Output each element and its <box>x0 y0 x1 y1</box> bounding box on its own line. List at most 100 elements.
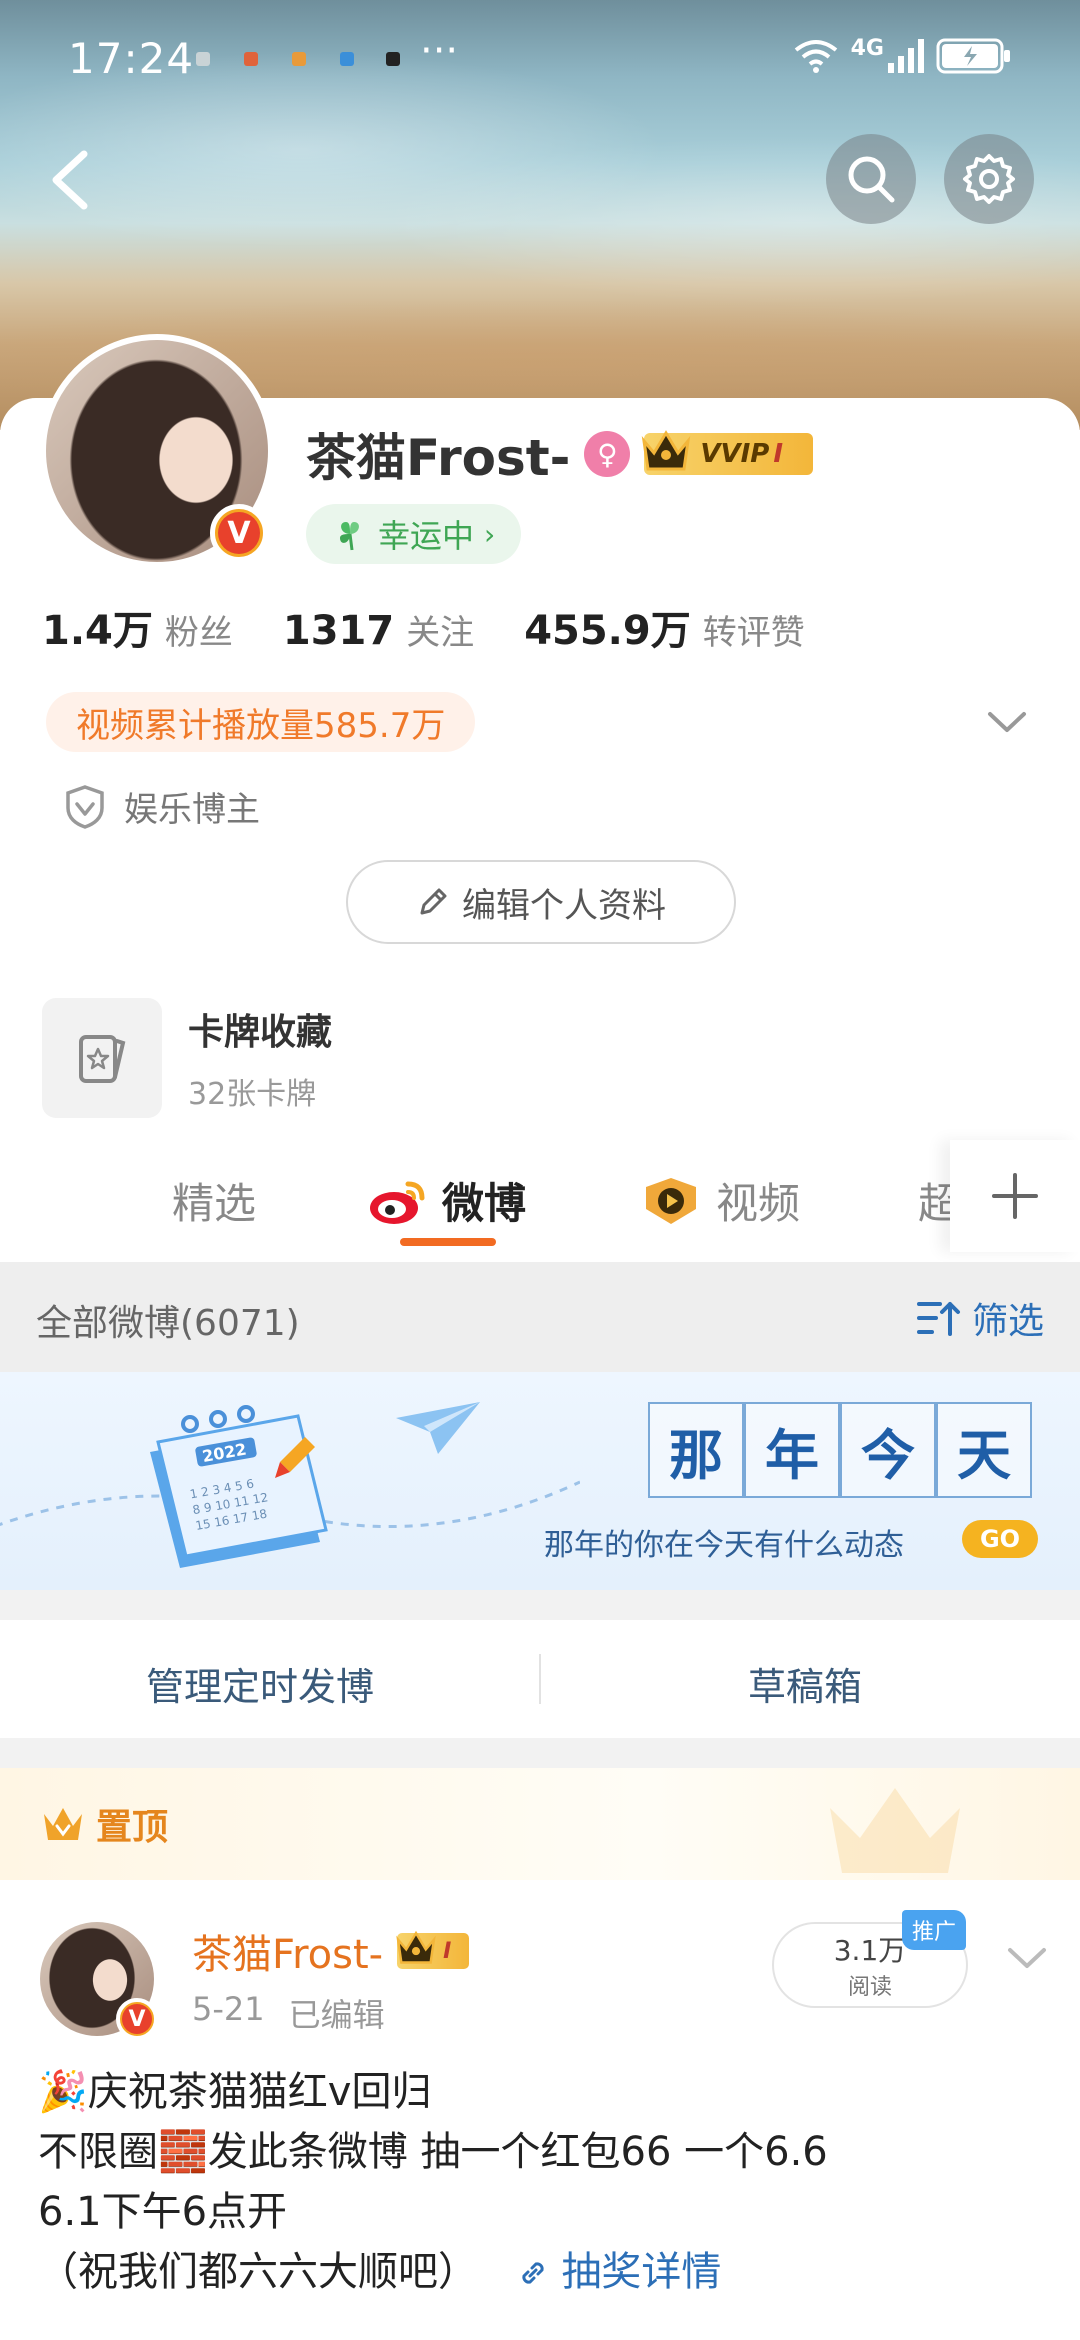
filter-icon <box>916 1302 960 1336</box>
card-collection-title: 卡牌收藏 <box>188 1012 333 1053</box>
title-char: 今 <box>840 1402 936 1498</box>
on-this-day-banner[interactable]: 2022 1 2 3 4 5 6 8 9 10 11 12 15 16 17 1… <box>0 1372 1080 1590</box>
status-time: 17:24 <box>68 34 195 83</box>
shield-icon <box>66 784 104 829</box>
followers-label[interactable]: 粉丝 <box>165 605 233 654</box>
notification-icon <box>244 52 258 66</box>
section-divider <box>0 1738 1080 1768</box>
gear-icon <box>963 154 1015 204</box>
back-button[interactable] <box>34 140 114 220</box>
section-divider <box>0 1590 1080 1620</box>
lucky-label: 幸运中 <box>378 517 475 555</box>
role-label: 娱乐博主 <box>124 790 260 830</box>
pinned-header: 置顶 <box>0 1768 1080 1880</box>
chevron-down-icon[interactable] <box>984 702 1030 742</box>
signal-icon <box>888 39 924 73</box>
vip-level: I <box>443 1938 452 1964</box>
verified-badge: V <box>116 1998 158 2040</box>
name-row: 茶猫Frost- ♀ VVIP I <box>306 418 814 490</box>
status-bar: 17:24 ··· 4G <box>0 0 1080 120</box>
vvip-badge[interactable]: VVIP I <box>642 430 814 475</box>
more-notifications: ··· <box>420 28 459 74</box>
chevron-left-icon <box>52 150 88 210</box>
filter-button[interactable]: 筛选 <box>916 1292 1044 1344</box>
search-icon <box>848 156 895 203</box>
promote-tag[interactable]: 推广 <box>902 1910 967 1950</box>
crown-icon <box>396 1930 436 1964</box>
crown-icon <box>44 1808 82 1840</box>
network-type: 4G <box>850 35 884 61</box>
following-label[interactable]: 关注 <box>406 605 474 654</box>
lottery-details-label: 抽奖详情 <box>561 2249 722 2295</box>
notification-icon <box>292 52 306 66</box>
card-collection-count: 32张卡牌 <box>188 1077 317 1112</box>
edit-profile-label: 编辑个人资料 <box>462 885 666 926</box>
following-count[interactable]: 1317 <box>283 608 394 654</box>
video-views-badge[interactable]: 视频累计播放量585.7万 <box>46 692 476 752</box>
tab-featured[interactable]: 精选 <box>172 1170 256 1231</box>
search-button[interactable] <box>826 134 916 224</box>
title-char: 年 <box>744 1402 840 1498</box>
notification-icon <box>196 52 210 66</box>
post-line: （祝我们都六六大顺吧） <box>38 2249 478 2295</box>
on-this-day-title: 那 年 今 天 <box>648 1402 1032 1498</box>
tab-weibo-label: 微博 <box>442 1179 527 1228</box>
followers-count[interactable]: 1.4万 <box>42 598 153 656</box>
female-icon: ♀ <box>584 431 631 477</box>
profile-avatar[interactable]: V <box>40 334 274 568</box>
post-avatar[interactable]: V <box>40 1922 158 2040</box>
calendar-icon: 2022 1 2 3 4 5 6 8 9 10 11 12 15 16 17 1… <box>150 1405 328 1568</box>
engagement-count[interactable]: 455.9万 <box>524 598 691 656</box>
chevron-down-icon[interactable] <box>1004 1940 1050 1976</box>
edit-profile-button[interactable]: 编辑个人资料 <box>346 860 736 944</box>
post-management-bar: 管理定时发博 草稿箱 <box>0 1620 1080 1738</box>
battery-icon <box>936 38 1010 74</box>
vip-badge[interactable]: I <box>396 1930 470 1969</box>
profile-username: 茶猫Frost- <box>306 429 571 487</box>
drafts-button[interactable]: 草稿箱 <box>748 1656 862 1711</box>
post-author[interactable]: 茶猫Frost- <box>192 1922 383 1980</box>
scheduled-posts-button[interactable]: 管理定时发博 <box>146 1656 374 1711</box>
paper-plane-icon <box>396 1402 480 1454</box>
tab-weibo[interactable]: 微博 <box>368 1170 526 1231</box>
add-tab-button[interactable] <box>950 1140 1080 1252</box>
plus-icon <box>992 1173 1038 1219</box>
profile-stats: 1.4万 粉丝 1317 关注 455.9万 转评赞 <box>42 598 855 656</box>
read-label: 阅读 <box>847 1975 892 2000</box>
vvip-level: I <box>773 439 784 469</box>
card-collection[interactable]: 卡牌收藏 32张卡牌 <box>42 998 332 1118</box>
post-line: 不限圈🧱发此条微博 抽一个红包66 一个6.6 <box>38 2129 828 2175</box>
divider <box>539 1654 541 1704</box>
verified-badge: V <box>210 504 268 562</box>
tab-video[interactable]: 视频 <box>640 1170 800 1231</box>
lottery-details-link[interactable]: 抽奖详情 <box>517 2249 722 2295</box>
pinned-post[interactable]: V 茶猫Frost- I 5-21 已编辑 3.1万 阅读 推广 🎉庆祝茶猫猫红… <box>0 1880 1080 2340</box>
lucky-status-button[interactable]: 幸运中 › <box>306 504 522 564</box>
engagement-label[interactable]: 转评赞 <box>703 605 805 654</box>
role-tag[interactable]: 娱乐博主 <box>64 782 260 831</box>
active-tab-indicator <box>400 1238 496 1246</box>
weibo-logo-icon <box>370 1181 425 1224</box>
wifi-icon <box>794 40 837 73</box>
card-collection-icon <box>42 998 162 1118</box>
go-button[interactable]: GO <box>962 1520 1038 1558</box>
clover-icon <box>340 522 359 551</box>
profile-tabs: 精选 微博 视频 超 <box>0 1140 1080 1260</box>
tab-video-label: 视频 <box>716 1179 801 1228</box>
settings-button[interactable] <box>944 134 1034 224</box>
filter-bar: 全部微博(6071) 筛选 <box>0 1262 1080 1372</box>
title-char: 天 <box>936 1402 1032 1498</box>
post-edited-label[interactable]: 已编辑 <box>289 1990 385 2036</box>
post-line: 6.1下午6点开 <box>38 2189 288 2235</box>
video-badge-icon <box>646 1177 696 1224</box>
crown-watermark-icon <box>830 1788 960 1873</box>
post-date: 5-21 <box>192 1990 265 2028</box>
title-char: 那 <box>648 1402 744 1498</box>
card-star-icon <box>79 1035 126 1083</box>
read-count: 3.1万 <box>833 1934 907 1967</box>
post-content: 🎉庆祝茶猫猫红v回归 不限圈🧱发此条微博 抽一个红包66 一个6.6 6.1下午… <box>38 2062 828 2302</box>
link-icon <box>522 2262 544 2284</box>
all-posts-count: 全部微博(6071) <box>36 1303 300 1344</box>
post-line: 🎉庆祝茶猫猫红v回归 <box>38 2069 432 2115</box>
notification-icon <box>386 52 400 66</box>
